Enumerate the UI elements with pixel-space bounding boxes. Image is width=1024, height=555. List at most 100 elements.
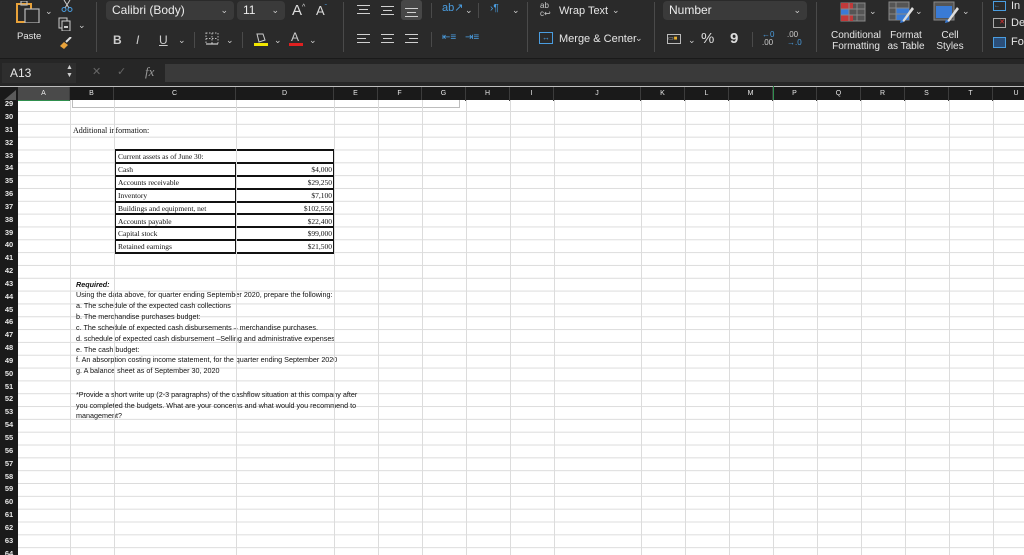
column-header-t[interactable]: T <box>949 87 993 101</box>
fill-color-dropdown-icon[interactable]: ⌄ <box>274 35 282 46</box>
column-header-e[interactable]: E <box>334 87 378 101</box>
percent-style-button[interactable]: % <box>701 30 714 47</box>
column-header-s[interactable]: S <box>905 87 949 101</box>
grow-font-button[interactable]: A^ <box>292 2 305 19</box>
cell-styles-button[interactable]: ⌄ Cell Styles <box>930 0 970 55</box>
column-header-d[interactable]: D <box>236 87 334 101</box>
text-direction-icon[interactable]: ›¶ <box>490 3 499 14</box>
shrink-font-button[interactable]: Aˇ <box>316 3 327 18</box>
row-header-47[interactable]: 47 <box>0 329 18 342</box>
row-header-38[interactable]: 38 <box>0 214 18 227</box>
column-header-p[interactable]: P <box>773 87 817 101</box>
name-box[interactable]: A13 ▲ ▼ <box>2 63 76 83</box>
row-header-59[interactable]: 59 <box>0 483 18 496</box>
align-middle-icon[interactable] <box>381 5 394 15</box>
column-header-k[interactable]: K <box>641 87 685 101</box>
name-box-stepper-icon[interactable]: ▲ ▼ <box>66 64 73 80</box>
orientation-dropdown-icon[interactable]: ⌄ <box>465 5 473 16</box>
align-bottom-button[interactable] <box>401 0 422 20</box>
row-header-64[interactable]: 64 <box>0 548 18 555</box>
row-header-62[interactable]: 62 <box>0 522 18 535</box>
row-header-60[interactable]: 60 <box>0 496 18 509</box>
row-header-44[interactable]: 44 <box>0 291 18 304</box>
borders-dropdown-icon[interactable]: ⌄ <box>226 35 234 46</box>
decrease-decimal-icon[interactable]: .00 →.0 <box>787 31 802 47</box>
enter-icon[interactable]: ✓ <box>117 65 126 78</box>
align-center-icon[interactable] <box>381 34 394 44</box>
column-header-a[interactable]: A <box>18 87 70 101</box>
wrap-text-button[interactable]: ab c↩ Wrap Text ⌄ <box>540 2 620 20</box>
font-size-dropdown[interactable]: 11 ⌄ <box>237 1 285 20</box>
copy-dropdown-icon[interactable]: ⌄ <box>78 20 86 31</box>
font-name-dropdown[interactable]: Calibri (Body) ⌄ <box>106 1 234 20</box>
column-header-l[interactable]: L <box>685 87 729 101</box>
number-format-dropdown[interactable]: Number ⌄ <box>663 1 807 20</box>
delete-cells-button[interactable]: ✕ De <box>993 17 1024 31</box>
row-header-51[interactable]: 51 <box>0 381 18 394</box>
align-left-icon[interactable] <box>357 34 370 44</box>
font-color-dropdown-icon[interactable]: ⌄ <box>309 35 317 46</box>
formula-input[interactable] <box>165 64 1024 82</box>
row-header-63[interactable]: 63 <box>0 535 18 548</box>
text-direction-dropdown-icon[interactable]: ⌄ <box>512 5 520 16</box>
row-header-33[interactable]: 33 <box>0 150 18 163</box>
conditional-formatting-button[interactable]: ⌄ Conditional Formatting <box>826 0 886 55</box>
italic-button[interactable]: I <box>136 33 139 47</box>
format-cells-button[interactable]: Fo <box>993 36 1024 50</box>
accounting-dropdown-icon[interactable]: ⌄ <box>688 35 696 46</box>
row-header-35[interactable]: 35 <box>0 175 18 188</box>
underline-button[interactable]: U <box>159 33 168 47</box>
column-header-q[interactable]: Q <box>817 87 861 101</box>
column-header-b[interactable]: B <box>70 87 114 101</box>
row-header-54[interactable]: 54 <box>0 419 18 432</box>
fill-color-icon[interactable] <box>253 31 269 47</box>
insert-function-icon[interactable]: fx <box>145 64 154 80</box>
row-header-50[interactable]: 50 <box>0 368 18 381</box>
font-color-button[interactable]: A <box>288 30 304 47</box>
column-header-m[interactable]: M <box>729 87 773 101</box>
row-header-31[interactable]: 31 <box>0 124 18 137</box>
row-header-52[interactable]: 52 <box>0 393 18 406</box>
column-header-c[interactable]: C <box>114 87 236 101</box>
underline-dropdown-icon[interactable]: ⌄ <box>178 35 186 46</box>
row-header-42[interactable]: 42 <box>0 265 18 278</box>
row-header-40[interactable]: 40 <box>0 239 18 252</box>
row-header-29[interactable]: 29 <box>0 98 18 111</box>
row-header-37[interactable]: 37 <box>0 201 18 214</box>
cut-icon[interactable] <box>61 0 73 12</box>
row-header-43[interactable]: 43 <box>0 278 18 291</box>
row-header-53[interactable]: 53 <box>0 406 18 419</box>
row-header-56[interactable]: 56 <box>0 445 18 458</box>
decrease-indent-icon[interactable]: ⇤≡ <box>442 32 456 43</box>
row-header-48[interactable]: 48 <box>0 342 18 355</box>
row-header-32[interactable]: 32 <box>0 137 18 150</box>
column-header-u[interactable]: U <box>993 87 1024 101</box>
column-header-f[interactable]: F <box>378 87 422 101</box>
row-header-45[interactable]: 45 <box>0 304 18 317</box>
row-header-41[interactable]: 41 <box>0 252 18 265</box>
row-header-61[interactable]: 61 <box>0 509 18 522</box>
row-header-34[interactable]: 34 <box>0 162 18 175</box>
align-right-icon[interactable] <box>405 34 418 44</box>
insert-cells-button[interactable]: ← In <box>993 0 1024 14</box>
column-header-i[interactable]: I <box>510 87 554 101</box>
paste-dropdown-icon[interactable]: ⌄ <box>45 6 53 17</box>
cell-grid[interactable]: Additional information: Current assets a… <box>18 100 1024 555</box>
cancel-icon[interactable]: ✕ <box>92 65 101 78</box>
align-top-icon[interactable] <box>357 5 370 15</box>
accounting-format-icon[interactable]: ▭■ <box>667 34 681 44</box>
increase-indent-icon[interactable]: ⇥≡ <box>465 32 479 43</box>
column-header-h[interactable]: H <box>466 87 510 101</box>
column-header-r[interactable]: R <box>861 87 905 101</box>
borders-icon[interactable] <box>205 32 219 45</box>
row-header-39[interactable]: 39 <box>0 227 18 240</box>
column-header-g[interactable]: G <box>422 87 466 101</box>
increase-decimal-icon[interactable]: ←0.00 <box>762 31 774 47</box>
format-as-table-button[interactable]: ⌄ Format as Table <box>884 0 928 55</box>
merge-center-button[interactable]: ↔ Merge & Center ⌄ <box>538 30 643 48</box>
row-header-49[interactable]: 49 <box>0 355 18 368</box>
format-painter-icon[interactable] <box>58 37 72 49</box>
row-header-30[interactable]: 30 <box>0 111 18 124</box>
column-header-j[interactable]: J <box>554 87 641 101</box>
copy-icon[interactable] <box>58 17 72 31</box>
